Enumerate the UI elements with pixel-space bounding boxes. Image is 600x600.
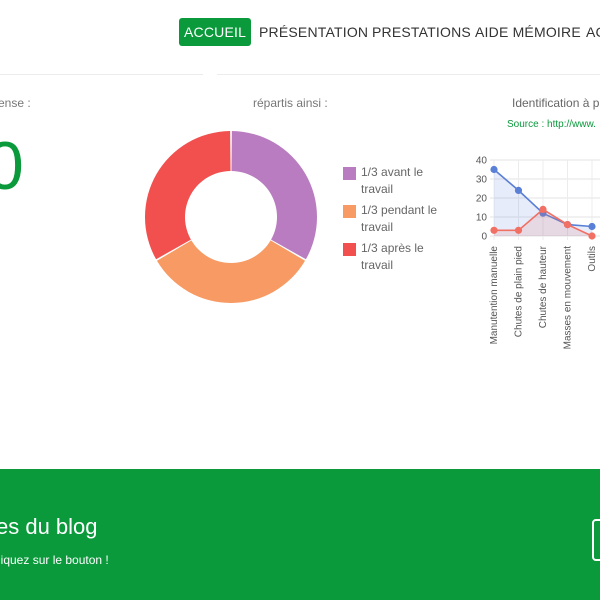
series-point[interactable] [490,226,498,234]
x-tick-label: Manutention manuelle [489,246,500,345]
legend-item-pendant[interactable]: 1/3 pendant le travail [343,202,443,236]
y-tick-label: 10 [476,213,488,224]
series-point[interactable] [588,222,596,231]
series-point[interactable] [588,232,596,240]
x-tick-label: Outils [587,246,598,272]
y-tick-label: 40 [476,156,488,167]
y-tick-label: 0 [481,232,487,243]
y-tick-label: 30 [476,175,488,186]
nav-item-presentation[interactable]: PRÉSENTATION [259,18,368,46]
donut-slice[interactable] [231,131,317,260]
top-navigation: ACCUEIL PRÉSENTATION PRESTATIONS AIDE MÉ… [0,0,600,68]
series-point[interactable] [539,205,547,213]
nav-item-prestations[interactable]: PRESTATIONS [372,18,471,46]
legend-item-avant[interactable]: 1/3 avant le travail [343,164,443,198]
stat-label: ense : [0,96,31,110]
legend-item-apres[interactable]: 1/3 après le travail [343,240,443,274]
x-tick-label: Chutes de plain pied [514,246,525,337]
legend-label-pendant: 1/3 pendant le travail [361,203,438,234]
donut-chart [145,131,317,303]
donut-slice[interactable] [156,240,306,303]
blog-banner-button[interactable] [592,519,600,561]
donut-slice[interactable] [145,131,231,260]
donut-section-label: répartis ainsi : [253,96,328,110]
blog-banner-subtitle: liquez sur le bouton ! [0,553,109,567]
legend-label-avant: 1/3 avant le travail [361,165,424,196]
series-point[interactable] [563,221,572,229]
series-point[interactable] [490,165,498,174]
legend-swatch-apres [343,243,356,256]
stat-big-number: 0 [0,128,24,204]
legend-swatch-avant [343,167,356,180]
x-tick-label: Masses en mouvement [563,246,574,350]
y-tick-label: 20 [476,194,488,205]
donut-legend: 1/3 avant le travail 1/3 pendant le trav… [343,164,443,278]
nav-item-accueil[interactable]: ACCUEIL [179,18,252,46]
nav-divider [0,74,600,75]
line-chart: 0 10 20 30 40 Manutention manuelle Chutes de p… [476,156,600,350]
line-chart-title: Identification à p [512,96,600,110]
blog-banner-title: es du blog [0,514,98,539]
nav-item-truncated[interactable]: AC [586,18,600,46]
legend-label-apres: 1/3 après le travail [361,241,424,272]
line-chart-source-link[interactable]: Source : http://www. [507,119,596,130]
series-point[interactable] [514,226,523,234]
series-point[interactable] [514,186,523,194]
nav-divider-gap [203,72,217,78]
x-tick-label: Chutes de hauteur [538,245,549,328]
legend-swatch-pendant [343,205,356,218]
nav-item-aide-memoire[interactable]: AIDE MÉMOIRE [475,18,581,46]
